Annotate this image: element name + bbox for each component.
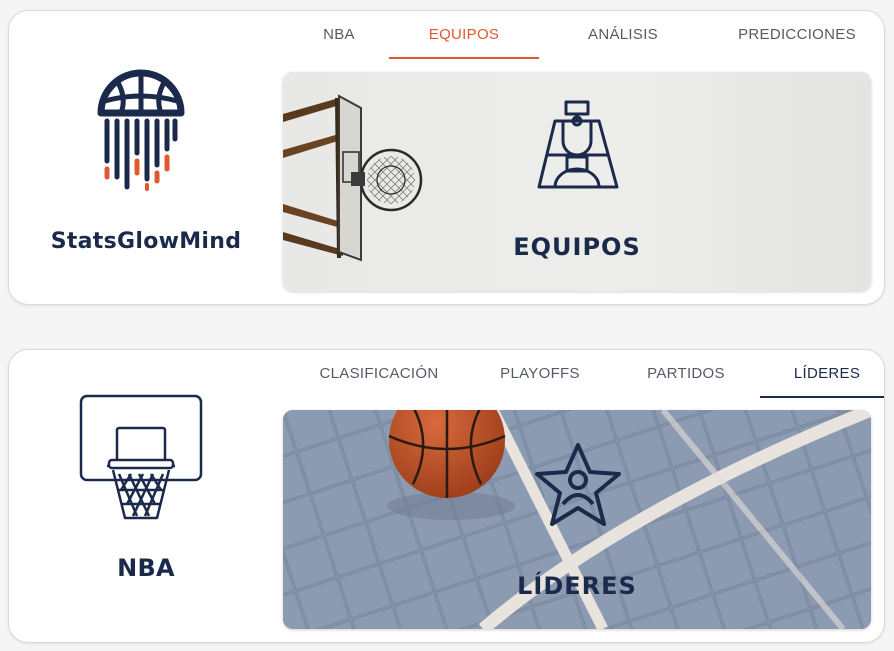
panel-title: EQUIPOS (513, 233, 641, 261)
tab-playoffs[interactable]: PLAYOFFS (477, 350, 603, 398)
brand-block: NBA (9, 350, 283, 642)
brand-block: StatsGlowMind (9, 11, 283, 304)
brand-name: StatsGlowMind (50, 229, 242, 254)
tab-analisis[interactable]: ANÁLISIS (543, 11, 703, 59)
tab-partidos[interactable]: PARTIDOS (621, 350, 751, 398)
tab-predicciones[interactable]: PREDICCIONES (707, 11, 884, 59)
basketball-court-icon (537, 100, 619, 189)
equipos-feature-panel[interactable]: EQUIPOS (283, 72, 871, 291)
section-nba-card: NBA CLASIFICACIÓN PLAYOFFS PARTIDOS LÍDE… (8, 349, 885, 643)
tab-lideres[interactable]: LÍDERES (760, 350, 884, 398)
section-equipos-card: StatsGlowMind NBA EQUIPOS ANÁLISIS PREDI… (8, 10, 885, 305)
brand-name: NBA (117, 554, 175, 582)
nba-sub-tabs: CLASIFICACIÓN PLAYOFFS PARTIDOS LÍDERES (287, 350, 884, 398)
tab-nba[interactable]: NBA (287, 11, 391, 59)
star-player-icon (535, 443, 621, 526)
tab-clasificacion[interactable]: CLASIFICACIÓN (299, 350, 459, 398)
main-nav-tabs: NBA EQUIPOS ANÁLISIS PREDICCIONES (287, 11, 884, 59)
lideres-feature-panel[interactable]: LÍDERES (283, 410, 871, 629)
statsglowmind-logo-icon (97, 69, 185, 191)
panel-title: LÍDERES (517, 572, 637, 600)
tab-equipos[interactable]: EQUIPOS (389, 11, 539, 59)
basketball-hoop-icon (79, 394, 203, 520)
